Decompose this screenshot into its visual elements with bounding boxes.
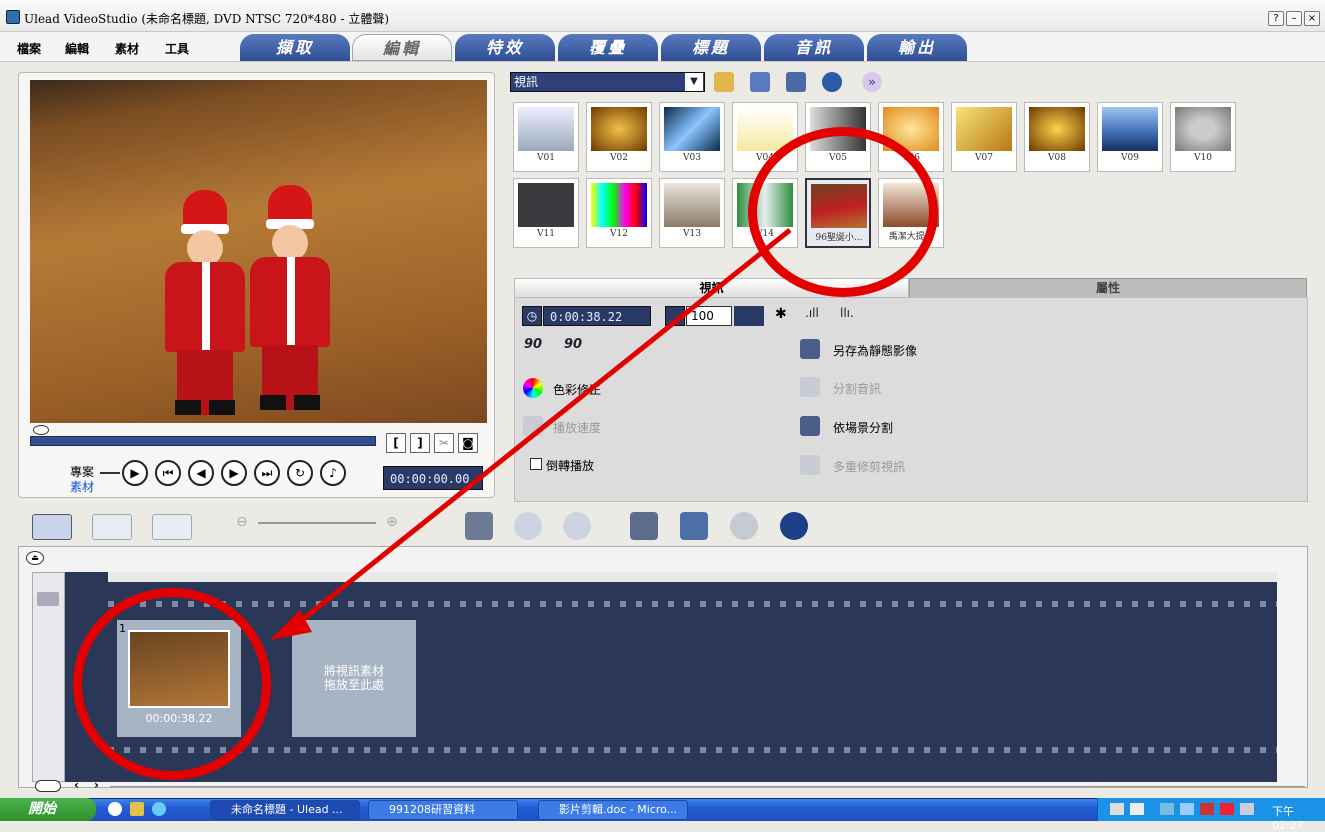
app-tray-icon[interactable] [1220, 803, 1234, 815]
drag-arrow [270, 228, 792, 640]
browser-icon[interactable] [152, 802, 166, 816]
task-videostudio[interactable]: 未命名標題 - Ulead ... [210, 800, 360, 820]
antivirus-icon[interactable] [1200, 803, 1214, 815]
speaker-tray-icon[interactable] [1180, 803, 1194, 815]
help-tray-icon[interactable] [1130, 803, 1144, 815]
network-icon[interactable] [1160, 803, 1174, 815]
clock: 下午 02:27 [1272, 805, 1304, 832]
task-word-doc[interactable]: 影片剪輯.doc - Micro... [538, 800, 688, 820]
explorer-icon[interactable] [130, 802, 144, 816]
keyboard-icon[interactable] [1110, 803, 1124, 815]
task-folder[interactable]: 991208研習資料 [368, 800, 518, 820]
monitor-icon[interactable] [1240, 803, 1254, 815]
ie-icon[interactable] [108, 802, 122, 816]
start-button[interactable]: 開始 [0, 798, 96, 821]
